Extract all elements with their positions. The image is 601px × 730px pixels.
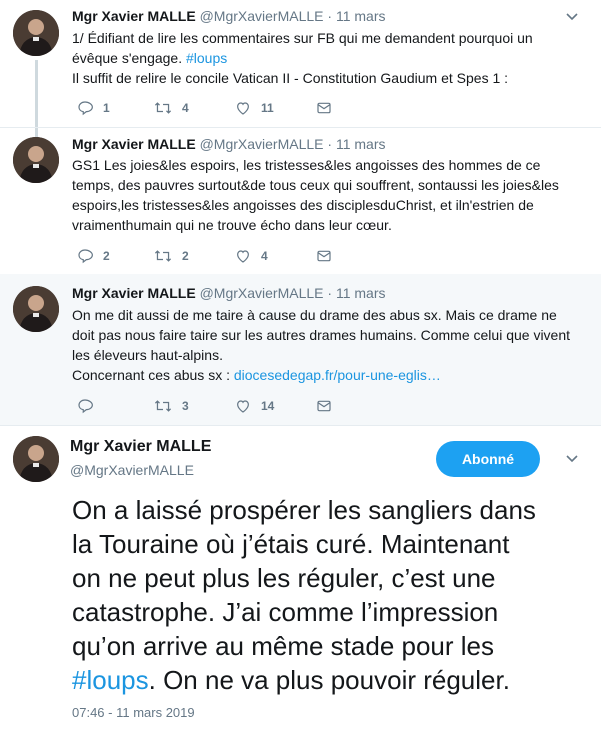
text-line: les éleveurs haut-alpins. [72,347,223,363]
direct-message-button[interactable] [316,398,342,414]
tweet-date[interactable]: 11 mars [336,8,386,24]
text-line: la Touraine où j’étais curé. Maintenant [72,529,510,559]
direct-message-button[interactable] [316,248,342,264]
text-line: 1/ Édifiant de lire les commentaires sur… [72,30,533,46]
author-handle[interactable]: @MgrXavierMALLE [200,285,324,301]
tweet-timestamp[interactable]: 07:46 - 11 mars 2019 [72,705,195,720]
follow-button[interactable]: Abonné [436,441,540,477]
main-tweet-text: On a laissé prospérer les sangliers dans… [72,493,592,697]
text-line: qu’on arrive au même stade pour les [72,631,495,661]
thread-tweet-2[interactable]: Mgr Xavier MALLE @MgrXavierMALLE · 11 ma… [0,127,601,274]
separator: · [327,8,333,24]
author-name[interactable]: Mgr Xavier MALLE [72,8,196,24]
like-button[interactable]: 14 [235,398,274,414]
avatar[interactable] [13,286,59,332]
tweet-text: 1/ Édifiant de lire les commentaires sur… [72,28,572,88]
envelope-icon [317,400,331,412]
text-line: temps, des pauvres surtout&de tous ceux … [72,177,559,193]
text-line: on ne peut plus les réguler, c’est une [72,563,496,593]
thread-tweet-3[interactable]: Mgr Xavier MALLE @MgrXavierMALLE · 11 ma… [0,274,601,425]
heart-icon [237,400,249,413]
retweet-icon [154,400,172,412]
like-count: 4 [261,249,268,263]
retweet-count: 2 [182,249,189,263]
reply-count: 1 [103,101,110,115]
reply-button[interactable]: 1 [77,100,110,116]
tweet-text: On me dit aussi de me taire à cause du d… [72,305,572,385]
retweet-button[interactable]: 3 [154,398,189,414]
text-line: GS1 Les joies&les espoirs, les tristesse… [72,157,541,173]
avatar[interactable] [13,137,59,183]
author-name[interactable]: Mgr Xavier MALLE [72,285,196,301]
tweet-date[interactable]: 11 mars [336,136,386,152]
reply-icon [78,101,93,116]
direct-message-button[interactable] [316,100,342,116]
divider [0,425,601,426]
text-line: #loups. On ne va plus pouvoir réguler. [72,665,510,695]
reply-button[interactable]: 2 [77,248,110,264]
thread-tweet-1[interactable]: Mgr Xavier MALLE @MgrXavierMALLE · 11 ma… [0,0,601,127]
text-line: espoirs,les tristesses&les angoisses des… [72,197,534,213]
text-line: catastrophe. J’ai comme l’impression [72,597,499,627]
retweet-count: 4 [182,101,189,115]
tweet-header: Mgr Xavier MALLE @MgrXavierMALLE · 11 ma… [72,285,386,301]
separator: · [327,285,333,301]
author-handle[interactable]: @MgrXavierMALLE [200,136,324,152]
author-handle[interactable]: @MgrXavierMALLE [200,8,324,24]
chevron-down-icon[interactable] [565,10,579,24]
tweet-header: Mgr Xavier MALLE @MgrXavierMALLE · 11 ma… [72,8,386,24]
text-line: évêque s'engage. #loups [72,50,228,66]
retweet-button[interactable]: 2 [154,248,189,264]
text-line: vraimenthumain qui ne trouve écho dans l… [72,217,392,233]
text-line: doit pas nous faire taire sur les autres… [72,327,571,343]
tweet-date[interactable]: 11 mars [336,285,386,301]
retweet-icon [154,102,172,114]
separator: · [327,136,333,152]
text-line: Concernant ces abus sx : diocesedegap.fr… [72,367,441,383]
main-author-handle[interactable]: @MgrXavierMALLE [70,462,194,478]
like-button[interactable]: 11 [235,100,274,116]
avatar[interactable] [13,10,59,56]
reply-icon [78,399,93,414]
external-link[interactable]: diocesedegap.fr/pour-une-eglis… [234,367,441,383]
like-count: 14 [261,399,275,413]
hashtag-link[interactable]: #loups [186,50,227,66]
like-button[interactable]: 4 [235,248,268,264]
envelope-icon [317,102,331,114]
chevron-down-icon[interactable] [565,452,579,466]
retweet-button[interactable]: 4 [154,100,189,116]
text-line: On a laissé prospérer les sangliers dans [72,495,536,525]
hashtag-link[interactable]: #loups [72,665,149,695]
text-line: Il suffit de relire le concile Vatican I… [72,70,509,86]
main-author-name[interactable]: Mgr Xavier MALLE [70,438,211,456]
author-name[interactable]: Mgr Xavier MALLE [72,136,196,152]
retweet-count: 3 [182,399,189,413]
text-line: On me dit aussi de me taire à cause du d… [72,307,557,323]
heart-icon [237,102,249,115]
reply-count: 2 [103,249,110,263]
retweet-icon [154,250,172,262]
envelope-icon [317,250,331,262]
tweet-header: Mgr Xavier MALLE @MgrXavierMALLE · 11 ma… [72,136,386,152]
like-count: 11 [261,101,274,115]
reply-button[interactable] [77,398,103,414]
reply-icon [78,249,93,264]
tweet-text: GS1 Les joies&les espoirs, les tristesse… [72,155,572,235]
heart-icon [237,250,249,263]
main-avatar[interactable] [13,436,59,482]
